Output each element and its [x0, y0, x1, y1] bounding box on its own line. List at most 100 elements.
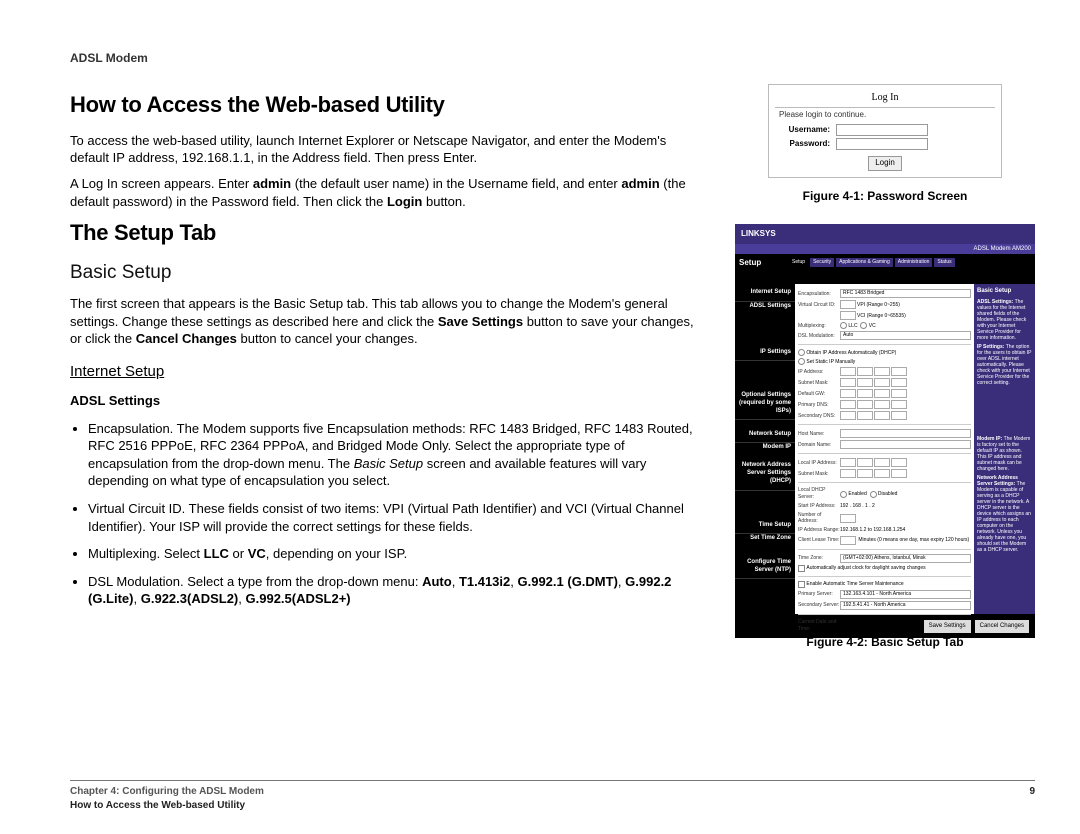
domain-lbl: Domain Name: [798, 442, 840, 449]
d14[interactable] [891, 400, 907, 409]
tab-status[interactable]: Status [934, 258, 954, 267]
ip2[interactable] [857, 367, 873, 376]
li-virtual-circuit: Virtual Circuit ID. These fields consist… [88, 500, 705, 535]
m1[interactable] [840, 378, 856, 387]
form-area: Encapsulation:RFC 1483 Bridged Virtual C… [795, 284, 974, 614]
login-button-ref: Login [387, 194, 422, 209]
lm1[interactable] [840, 469, 856, 478]
m2[interactable] [857, 378, 873, 387]
ip3[interactable] [874, 367, 890, 376]
d13[interactable] [874, 400, 890, 409]
li4-e: , [510, 574, 517, 589]
save-settings-button[interactable]: Save Settings [924, 620, 971, 632]
li4-i: , [134, 591, 141, 606]
password-input[interactable] [836, 138, 928, 150]
side-nas: Network Address Server Settings (DHCP) [735, 457, 795, 490]
d11[interactable] [840, 400, 856, 409]
m3[interactable] [874, 378, 890, 387]
li4-a: DSL Modulation. Select a type from the d… [88, 574, 422, 589]
num-input[interactable] [840, 514, 856, 523]
side-adsl: ADSL Settings [735, 302, 795, 314]
lease-lbl: Client Lease Time: [798, 537, 840, 544]
lease-input[interactable] [840, 536, 856, 545]
tab-admin[interactable]: Administration [895, 258, 933, 267]
tz-lbl: Time Zone: [798, 555, 840, 562]
dhcp-dis-radio[interactable] [870, 491, 877, 498]
li3-or: or [229, 546, 248, 561]
login-button[interactable]: Login [868, 156, 902, 171]
mux-llc-radio[interactable] [840, 322, 847, 329]
lip4[interactable] [891, 458, 907, 467]
li1-italic: Basic Setup [354, 456, 423, 471]
vpi-input[interactable] [840, 300, 856, 309]
dns1-lbl: Primary DNS: [798, 402, 840, 409]
dslmod-label: DSL Modulation: [798, 333, 840, 340]
d22[interactable] [857, 411, 873, 420]
encap-label: Encapsulation: [798, 291, 840, 298]
autotime-check[interactable] [798, 581, 805, 588]
dns2-lbl: Secondary DNS: [798, 413, 840, 420]
tz-select[interactable]: (GMT+02:00) Athens, Istanbul, Minsk [840, 554, 971, 563]
li3-c: , depending on your ISP. [266, 546, 407, 561]
g2[interactable] [857, 389, 873, 398]
daylight-check[interactable] [798, 565, 805, 572]
gw-lbl: Default GW: [798, 391, 840, 398]
login-title: Log In [775, 91, 995, 108]
lip2[interactable] [857, 458, 873, 467]
side-optional: Optional Settings (required by some ISPs… [735, 387, 795, 420]
li3-vc: VC [248, 546, 266, 561]
lm2[interactable] [857, 469, 873, 478]
side-internet-setup: Internet Setup [735, 284, 795, 301]
host-input[interactable] [840, 429, 971, 438]
ip1[interactable] [840, 367, 856, 376]
main-text-column: How to Access the Web-based Utility To a… [70, 84, 705, 670]
domain-input[interactable] [840, 440, 971, 449]
cancel-changes-button[interactable]: Cancel Changes [975, 620, 1029, 632]
lip1[interactable] [840, 458, 856, 467]
d21[interactable] [840, 411, 856, 420]
li4-t1: T1.413i2 [459, 574, 510, 589]
m4[interactable] [891, 378, 907, 387]
dhcp-auto-radio[interactable] [798, 349, 805, 356]
dhcp-dis-lbl: Disabled [878, 491, 897, 498]
mux-llc-lbl: LLC [848, 323, 857, 330]
g3[interactable] [874, 389, 890, 398]
d12[interactable] [857, 400, 873, 409]
curtime-lbl: Current Date and Time: [798, 619, 840, 633]
tab-applications[interactable]: Applications & Gaming [836, 258, 893, 267]
sidebar: Internet Setup ADSL Settings IP Settings… [735, 284, 795, 614]
ssrv-select[interactable]: 192.5.41.41 - North America [840, 601, 971, 610]
figures-column: Log In Please login to continue. Usernam… [735, 84, 1035, 670]
vci-input[interactable] [840, 311, 856, 320]
tab-setup[interactable]: Setup [789, 258, 808, 267]
start-val: 192 . 168 . 1 . 2 [840, 503, 875, 510]
lip3[interactable] [874, 458, 890, 467]
heading-basic-setup: Basic Setup [70, 260, 705, 286]
help-nas-t: Network Address Server Settings: [977, 475, 1018, 487]
side-ip: IP Settings [735, 344, 795, 361]
tab-security[interactable]: Security [810, 258, 834, 267]
mux-vc-radio[interactable] [860, 322, 867, 329]
d23[interactable] [874, 411, 890, 420]
lm4[interactable] [891, 469, 907, 478]
help-adsl-b: The values for the Internet shared field… [977, 299, 1026, 341]
start-lbl: Start IP Address: [798, 503, 840, 510]
li4-adsl2: G.922.3(ADSL2) [141, 591, 239, 606]
dhcp-en-lbl: Enabled [848, 491, 866, 498]
heading-how-to-access: How to Access the Web-based Utility [70, 90, 705, 120]
dslmod-select[interactable]: Auto [840, 331, 971, 340]
ip4[interactable] [891, 367, 907, 376]
li-multiplexing: Multiplexing. Select LLC or VC, dependin… [88, 545, 705, 563]
vci-desc: VCI (Range 0~65535) [857, 313, 906, 320]
lm3[interactable] [874, 469, 890, 478]
static-radio[interactable] [798, 358, 805, 365]
username-input[interactable] [836, 124, 928, 136]
help-modem-b: The Modem is factory set to the default … [977, 436, 1030, 472]
g4[interactable] [891, 389, 907, 398]
encap-select[interactable]: RFC 1483 Bridged [840, 289, 971, 298]
g1[interactable] [840, 389, 856, 398]
dhcp-en-radio[interactable] [840, 491, 847, 498]
d24[interactable] [891, 411, 907, 420]
psrv-select[interactable]: 132.163.4.101 - North America [840, 590, 971, 599]
figure-4-1-login: Log In Please login to continue. Usernam… [768, 84, 1002, 178]
